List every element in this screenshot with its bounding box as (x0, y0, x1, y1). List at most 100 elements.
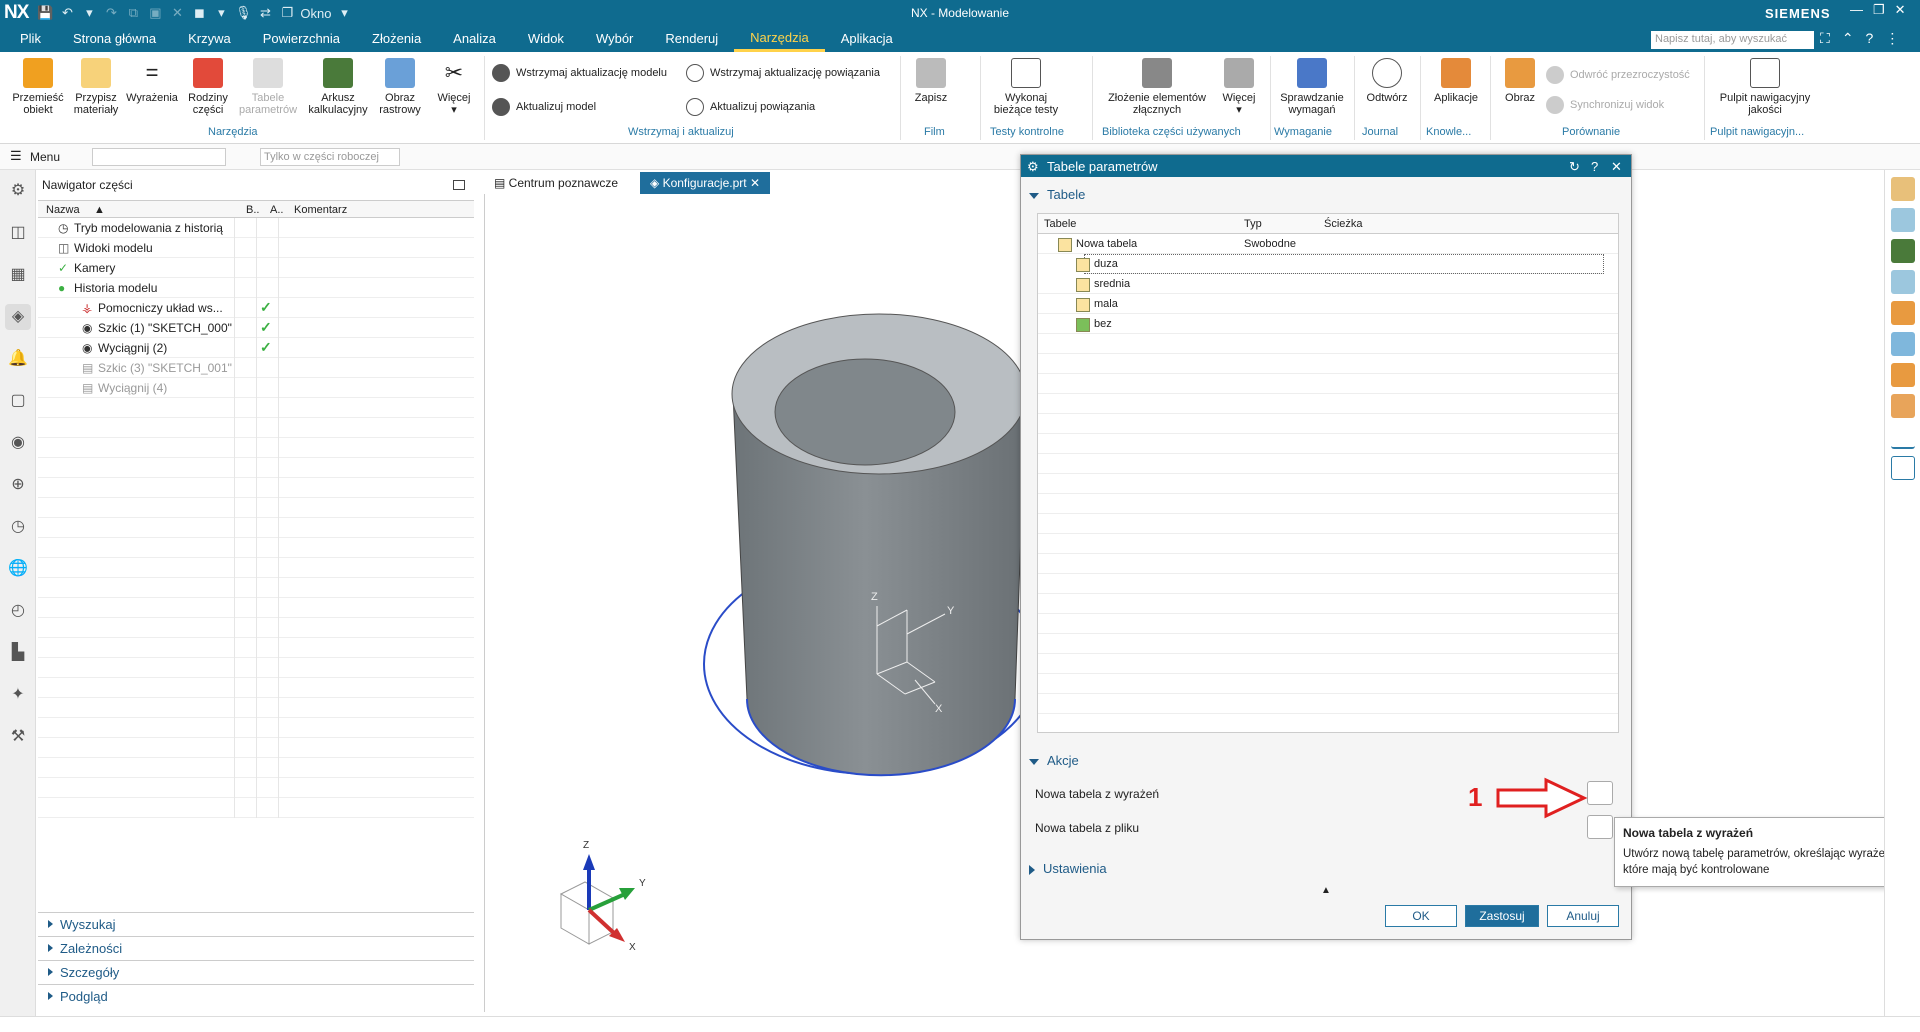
suspend-link-update-button[interactable]: Wstrzymaj aktualizację powiązania (686, 64, 880, 82)
col-sciezka[interactable]: Ścieżka (1324, 218, 1363, 230)
move-object-button[interactable]: Przemieść obiekt (8, 58, 68, 116)
measure-icon[interactable] (1891, 208, 1915, 232)
dropdown-icon[interactable]: ▾ (210, 5, 232, 21)
menu-button[interactable]: Menu (30, 150, 60, 164)
record-button[interactable]: Zapisz (906, 58, 956, 104)
tab-centrum[interactable]: ▤ Centrum poznawcze (484, 172, 628, 194)
section-search[interactable]: Wyszukaj (38, 912, 474, 936)
reset-icon[interactable]: ↻ (1569, 159, 1580, 175)
hd3d-icon[interactable]: ◉ (5, 430, 31, 456)
new-table-from-expressions-button[interactable] (1587, 781, 1613, 805)
update-model-button[interactable]: Aktualizuj model (492, 98, 596, 116)
col-tabele[interactable]: Tabele (1044, 218, 1076, 230)
check-requirements-button[interactable]: Sprawdzanie wymagań (1274, 58, 1350, 116)
dropdown-icon[interactable]: ▾ (78, 5, 100, 21)
sync-view-button[interactable]: Synchronizuj widok (1546, 96, 1664, 114)
menu-wybor[interactable]: Wybór (580, 26, 649, 52)
menu-narzedzia[interactable]: Narzędzia (734, 26, 825, 52)
row-extrude-4[interactable]: ▤ Wyciągnij (4) (38, 378, 474, 398)
row-mala[interactable]: mala (1038, 294, 1618, 314)
close-icon[interactable]: ✕ (1895, 2, 1906, 18)
row-sketch-1[interactable]: ◉ Szkic (1) "SKETCH_000" ✓ (38, 318, 474, 338)
constraint-navigator-icon[interactable]: ▦ (5, 262, 31, 288)
fastener-assembly-button[interactable]: Złożenie elementów złącznych (1100, 58, 1214, 116)
save-icon[interactable]: 💾 (34, 5, 56, 21)
rectangle-icon[interactable] (1891, 456, 1915, 480)
notification-icon[interactable]: 🔔 (5, 346, 31, 372)
row-srednia[interactable]: srednia (1038, 274, 1618, 294)
table-icon[interactable] (1891, 239, 1915, 263)
row-extrude-2[interactable]: ◉ Wyciągnij (2) ✓ (38, 338, 474, 358)
window-switch-icon[interactable]: ❐ (276, 5, 298, 21)
copy-icon[interactable]: ⧉ (122, 5, 144, 21)
menu-widok[interactable]: Widok (512, 26, 580, 52)
row-model-views[interactable]: ◫ Widoki modelu (38, 238, 474, 258)
globe-icon[interactable]: 🌐 (5, 556, 31, 582)
restore-icon[interactable]: ❐ (1873, 2, 1885, 18)
settings-icon[interactable]: ⚙ (5, 178, 31, 204)
new-table-from-file-button[interactable] (1587, 815, 1613, 839)
microphone-icon[interactable]: 🎙 (232, 5, 254, 21)
suspend-model-update-button[interactable]: Wstrzymaj aktualizację modelu (492, 64, 667, 82)
row-new-table[interactable]: Nowa tabela Swobodne (1038, 234, 1618, 254)
spreadsheet-button[interactable]: Arkusz kalkulacyjny (304, 58, 372, 116)
expressions-button[interactable]: = Wyrażenia (122, 58, 182, 104)
row-history-mode[interactable]: ◷ Tryb modelowania z historią (38, 218, 474, 238)
part-families-button[interactable]: Rodziny części (178, 58, 238, 116)
col-typ[interactable]: Typ (1244, 218, 1262, 230)
tab-close-icon[interactable]: ✕ (747, 176, 760, 190)
row-bez[interactable]: bez (1038, 314, 1618, 334)
menu-powierzchnia[interactable]: Powierzchnia (247, 26, 356, 52)
help-icon[interactable]: ? (1866, 30, 1874, 47)
cube-icon[interactable]: ◼ (188, 5, 210, 21)
tab-konfiguracje[interactable]: ◈ Konfiguracje.prt ✕ (640, 172, 770, 194)
menu-plik[interactable]: Plik (0, 26, 57, 52)
minimize-icon[interactable]: — (1850, 2, 1863, 18)
row-model-history[interactable]: ● Historia modelu (38, 278, 474, 298)
undo-icon[interactable]: ↶ (56, 5, 78, 21)
invert-transparency-button[interactable]: Odwróć przezroczystość (1546, 66, 1690, 84)
roles-icon[interactable]: ✦ (5, 682, 31, 708)
palette-icon[interactable]: ▙ (5, 640, 31, 666)
more-icon[interactable]: ⋮ (1885, 30, 1899, 47)
section-preview[interactable]: Podgląd (38, 984, 474, 1008)
column-comment[interactable]: Komentarz (294, 204, 347, 216)
column-a[interactable]: A.. (270, 204, 283, 216)
paste-icon[interactable]: ▣ (144, 5, 166, 21)
run-tests-button[interactable]: Wykonaj bieżące testy (988, 58, 1064, 116)
column-b[interactable]: B.. (246, 204, 259, 216)
dropdown-icon[interactable]: ▾ (333, 5, 355, 21)
material-icon[interactable] (1891, 301, 1915, 325)
menu-aplikacja[interactable]: Aplikacja (825, 26, 909, 52)
line-icon[interactable] (1891, 425, 1915, 449)
search-input[interactable]: Napisz tutaj, aby wyszukać (1651, 31, 1814, 49)
cancel-button[interactable]: Anuluj (1547, 905, 1619, 927)
menu-renderuj[interactable]: Renderuj (649, 26, 734, 52)
box2-icon[interactable] (1891, 394, 1915, 418)
image-compare-button[interactable]: Obraz (1496, 58, 1544, 104)
layer-icon[interactable] (1891, 177, 1915, 201)
more-tools-button[interactable]: ✂ Więcej ▾ (424, 58, 484, 116)
parameter-tables-button[interactable]: Tabele parametrów (236, 58, 300, 116)
dialog-close-icon[interactable]: ✕ (1611, 159, 1622, 175)
ok-button[interactable]: OK (1385, 905, 1457, 927)
chevron-up-icon[interactable]: ⌃ (1842, 30, 1854, 47)
system-scenes-icon[interactable]: ⚒ (5, 724, 31, 750)
section-settings[interactable]: Ustawienia (1029, 861, 1107, 876)
more-library-button[interactable]: Więcej ▾ (1214, 58, 1264, 116)
assembly-navigator-icon[interactable]: ◫ (5, 220, 31, 246)
section-details[interactable]: Szczegóły (38, 960, 474, 984)
collapse-icon[interactable]: ▲ (1321, 885, 1331, 896)
quality-dashboard-button[interactable]: Pulpit nawigacyjny jakości (1710, 58, 1820, 116)
part-navigator-icon[interactable]: ◈ (5, 304, 31, 330)
play-journal-button[interactable]: Odtwórz (1362, 58, 1412, 104)
section-icon[interactable] (1891, 332, 1915, 356)
update-links-button[interactable]: Aktualizuj powiązania (686, 98, 815, 116)
box-icon[interactable] (1891, 363, 1915, 387)
type-filter-select[interactable] (92, 148, 226, 166)
maximize-icon[interactable] (453, 180, 465, 190)
applications-button[interactable]: Aplikacje (1428, 58, 1484, 104)
menu-strona-glowna[interactable]: Strona główna (57, 26, 172, 52)
raster-image-button[interactable]: Obraz rastrowy (370, 58, 430, 116)
section-dependencies[interactable]: Zależności (38, 936, 474, 960)
